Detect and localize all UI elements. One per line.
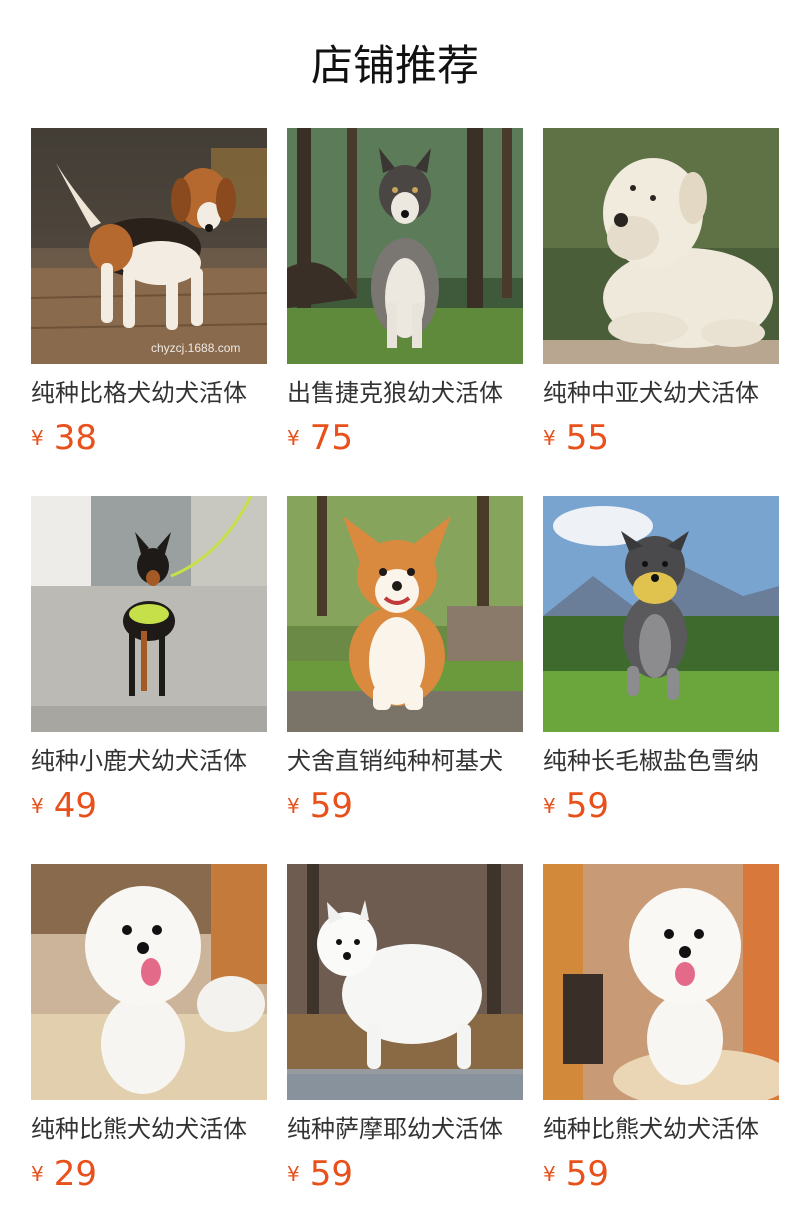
product-card[interactable]: 纯种小鹿犬幼犬活体 ¥49 [31,496,267,846]
product-image[interactable] [31,496,267,732]
watermark-text: chyzcj.1688.com [151,341,240,355]
samoyed-photo [287,864,523,1100]
product-image[interactable] [31,864,267,1100]
price-value: 59 [565,786,609,826]
product-card[interactable]: chyzcj.1688.com 纯种比格犬幼犬活体 ¥38 [31,128,267,478]
currency-symbol: ¥ [287,794,300,818]
price-value: 75 [309,418,353,458]
product-image[interactable] [543,496,779,732]
product-card[interactable]: 纯种萨摩耶幼犬活体 ¥59 [287,864,523,1214]
currency-symbol: ¥ [543,426,556,450]
wolfdog-photo [287,128,523,364]
product-name[interactable]: 纯种小鹿犬幼犬活体 [31,744,267,778]
price-value: 38 [53,418,97,458]
product-image[interactable] [287,496,523,732]
min-pin-photo [31,496,267,732]
corgi-photo [287,496,523,732]
product-price: ¥29 [31,1152,97,1196]
price-value: 59 [309,1154,353,1194]
product-price: ¥55 [543,416,609,460]
product-image[interactable] [543,128,779,364]
product-name[interactable]: 纯种比格犬幼犬活体 [31,376,267,410]
product-name[interactable]: 纯种中亚犬幼犬活体 [543,376,779,410]
page-title: 店铺推荐 [310,41,479,90]
product-price: ¥75 [287,416,353,460]
product-card[interactable]: 纯种中亚犬幼犬活体 ¥55 [543,128,779,478]
product-card[interactable]: 犬舍直销纯种柯基犬 ¥59 [287,496,523,846]
bichon-photo-2 [543,864,779,1100]
product-card[interactable]: 纯种比熊犬幼犬活体 ¥29 [31,864,267,1214]
beagle-photo: chyzcj.1688.com [31,128,267,364]
price-value: 55 [565,418,609,458]
product-price: ¥59 [287,784,353,828]
currency-symbol: ¥ [31,426,44,450]
product-image[interactable] [287,864,523,1100]
product-name[interactable]: 纯种长毛椒盐色雪纳 [543,744,779,778]
currency-symbol: ¥ [31,1162,44,1186]
product-name[interactable]: 出售捷克狼幼犬活体 [287,376,523,410]
currency-symbol: ¥ [543,1162,556,1186]
product-name[interactable]: 纯种萨摩耶幼犬活体 [287,1112,523,1146]
product-name[interactable]: 犬舍直销纯种柯基犬 [287,744,523,778]
product-price: ¥49 [31,784,97,828]
product-name[interactable]: 纯种比熊犬幼犬活体 [31,1112,267,1146]
product-image[interactable]: chyzcj.1688.com [31,128,267,364]
price-value: 59 [309,786,353,826]
product-card[interactable]: 纯种比熊犬幼犬活体 ¥59 [543,864,779,1214]
price-value: 29 [53,1154,97,1194]
schnauzer-photo [543,496,779,732]
price-value: 59 [565,1154,609,1194]
currency-symbol: ¥ [287,426,300,450]
product-price: ¥59 [543,1152,609,1196]
product-price: ¥59 [287,1152,353,1196]
product-price: ¥38 [31,416,97,460]
product-name[interactable]: 纯种比熊犬幼犬活体 [543,1112,779,1146]
product-price: ¥59 [543,784,609,828]
currency-symbol: ¥ [543,794,556,818]
currency-symbol: ¥ [287,1162,300,1186]
product-card[interactable]: 出售捷克狼幼犬活体 ¥75 [287,128,523,478]
currency-symbol: ¥ [31,794,44,818]
product-image[interactable] [543,864,779,1100]
bichon-photo [31,864,267,1100]
price-value: 49 [53,786,97,826]
product-card[interactable]: 纯种长毛椒盐色雪纳 ¥59 [543,496,779,846]
central-asian-shepherd-photo [543,128,779,364]
product-image[interactable] [287,128,523,364]
